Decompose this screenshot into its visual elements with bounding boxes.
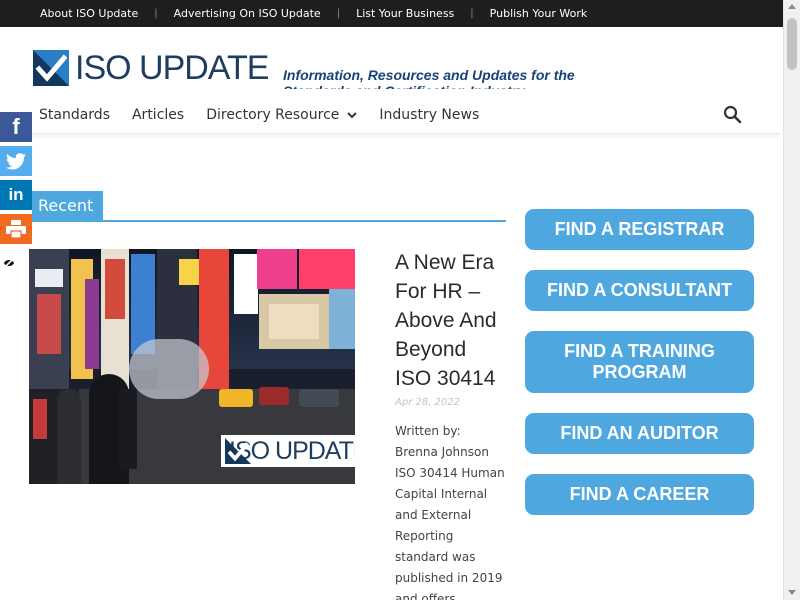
article-title[interactable]: A New Era For HR – Above And Beyond ISO … xyxy=(395,248,505,393)
top-bar-links: About ISO Update | Advertising On ISO Up… xyxy=(28,0,599,27)
advertising-link[interactable]: Advertising On ISO Update xyxy=(162,7,333,20)
site-tagline: Information, Resources and Updates for t… xyxy=(283,67,575,89)
article-watermark: ISO UPDATE xyxy=(221,435,355,467)
scroll-up-icon[interactable] xyxy=(788,4,796,9)
logo-check-icon xyxy=(33,50,69,86)
nav-shadow xyxy=(28,134,780,140)
nav-label: Standards xyxy=(39,106,110,123)
find-registrar-button[interactable]: FIND A REGISTRAR xyxy=(525,209,754,250)
find-consultant-button[interactable]: FIND A CONSULTANT xyxy=(525,270,754,311)
about-link[interactable]: About ISO Update xyxy=(28,7,150,20)
recent-section-label: Recent xyxy=(32,191,103,220)
nav-label: Industry News xyxy=(379,106,480,123)
separator: | xyxy=(154,8,158,19)
top-bar: About ISO Update | Advertising On ISO Up… xyxy=(0,0,783,27)
search-icon[interactable] xyxy=(723,105,742,124)
facebook-icon: f xyxy=(12,114,20,139)
article-excerpt: Written by: Brenna Johnson ISO 30414 Hum… xyxy=(395,424,505,600)
nav-label: Directory Resource xyxy=(206,106,340,123)
find-auditor-button[interactable]: FIND AN AUDITOR xyxy=(525,413,754,454)
nav-label: Articles xyxy=(131,106,185,123)
scroll-down-icon[interactable] xyxy=(788,590,796,595)
separator: | xyxy=(470,8,474,19)
main-nav: Standards Articles Directory Resource In… xyxy=(28,96,780,134)
nav-item-standards[interactable]: Standards xyxy=(28,107,121,123)
list-business-link[interactable]: List Your Business xyxy=(344,7,466,20)
twitter-share-button[interactable] xyxy=(0,146,32,176)
linkedin-share-button[interactable]: in xyxy=(0,180,32,210)
page-scrollbar[interactable] xyxy=(783,0,800,600)
article-thumbnail[interactable]: ISO UPDATE xyxy=(29,249,355,484)
twitter-icon xyxy=(6,152,26,169)
logo-text: ISO UPDATE xyxy=(75,49,269,87)
site-logo[interactable]: ISO UPDATE xyxy=(33,49,269,87)
recent-divider xyxy=(32,220,506,222)
chevron-down-icon xyxy=(347,111,358,118)
facebook-share-button[interactable]: f xyxy=(0,112,32,142)
nav-item-articles[interactable]: Articles xyxy=(121,107,195,123)
print-icon xyxy=(6,220,26,238)
publish-work-link[interactable]: Publish Your Work xyxy=(478,7,600,20)
separator: | xyxy=(336,8,341,19)
print-button[interactable] xyxy=(0,214,32,244)
scrollbar-thumb[interactable] xyxy=(787,18,797,70)
nav-item-industry-news[interactable]: Industry News xyxy=(368,107,490,123)
article-date[interactable]: Apr 28, 2022 xyxy=(395,397,460,408)
hide-sidebar-icon[interactable] xyxy=(3,257,15,269)
find-career-button[interactable]: FIND A CAREER xyxy=(525,474,754,515)
find-training-program-button[interactable]: FIND A TRAINING PROGRAM xyxy=(525,331,754,393)
linkedin-icon: in xyxy=(8,185,24,204)
nav-item-directory-resource[interactable]: Directory Resource xyxy=(195,107,368,123)
